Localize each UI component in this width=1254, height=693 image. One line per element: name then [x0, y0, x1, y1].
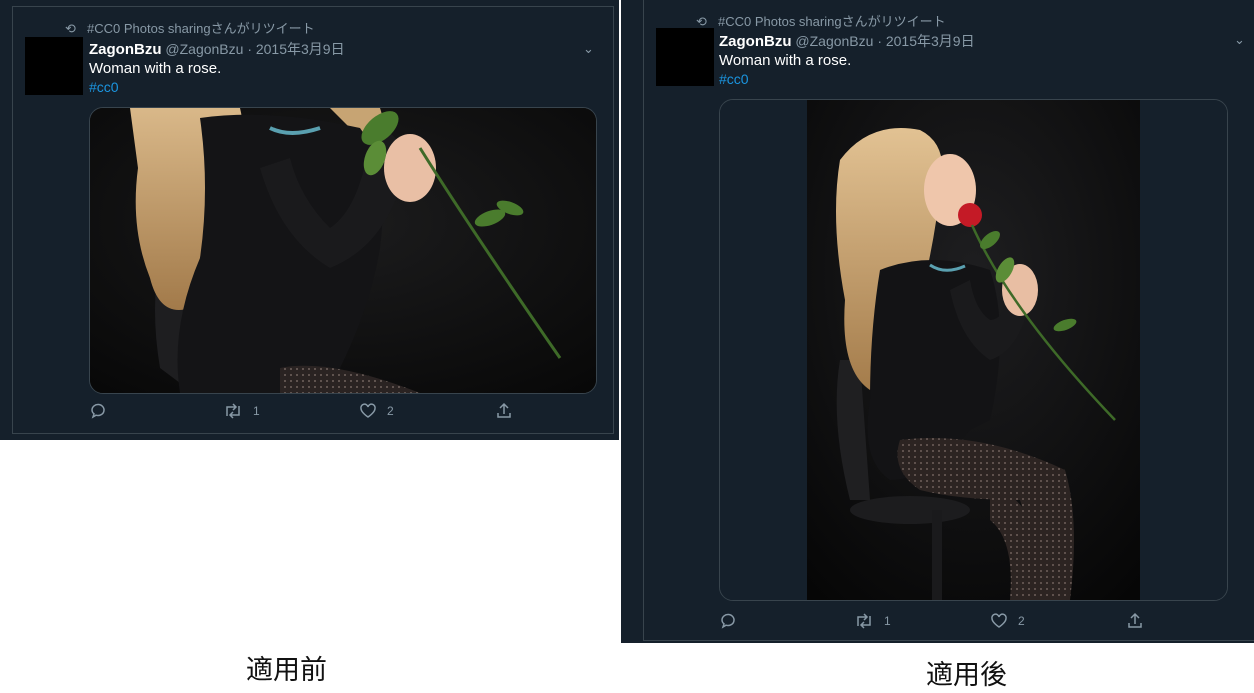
chevron-down-icon[interactable]: ⌄ [1234, 32, 1245, 48]
handle-and-date[interactable]: @ZagonBzu · 2015年3月9日 [165, 41, 344, 57]
retweet-icon [223, 402, 243, 420]
woman-with-rose-photo [90, 108, 596, 393]
reply-button[interactable] [89, 402, 107, 420]
tweet-text: Woman with a rose. [719, 52, 852, 69]
tweet-author-row: ZagonBzu @ZagonBzu · 2015年3月9日 [89, 39, 345, 59]
tweet-image-full[interactable] [719, 99, 1228, 601]
retweet-header-text: #CC0 Photos sharingさんがリツイート [718, 14, 946, 29]
retweet-button[interactable]: 1 [854, 612, 891, 630]
heart-icon [990, 612, 1008, 630]
display-name[interactable]: ZagonBzu [89, 41, 162, 58]
before-screenshot: ⟲ #CC0 Photos sharingさんがリツイート ZagonBzu @Z… [0, 0, 619, 440]
retweet-count: 1 [253, 404, 260, 418]
retweet-button[interactable]: 1 [223, 402, 260, 420]
caption-before: 適用前 [246, 655, 327, 686]
retweet-header-text: #CC0 Photos sharingさんがリツイート [87, 21, 315, 36]
retweet-icon: ⟲ [65, 21, 76, 36]
like-count: 2 [1018, 614, 1025, 628]
after-screenshot: ⟲ #CC0 Photos sharingさんがリツイート ZagonBzu @Z… [621, 0, 1254, 643]
tweet-text: Woman with a rose. [89, 60, 222, 77]
retweet-count: 1 [884, 614, 891, 628]
share-button[interactable] [495, 402, 513, 420]
heart-icon [359, 402, 377, 420]
share-icon [495, 402, 513, 420]
hashtag-link[interactable]: #cc0 [719, 71, 749, 87]
share-icon [1126, 612, 1144, 630]
tweet-card[interactable]: ⟲ #CC0 Photos sharingさんがリツイート ZagonBzu @Z… [643, 0, 1254, 641]
tweet-author-row: ZagonBzu @ZagonBzu · 2015年3月9日 [719, 31, 975, 51]
chevron-down-icon[interactable]: ⌄ [583, 41, 594, 57]
like-button[interactable]: 2 [990, 612, 1025, 630]
avatar[interactable] [25, 37, 83, 95]
retweet-icon [854, 612, 874, 630]
hashtag-link[interactable]: #cc0 [89, 79, 119, 95]
display-name[interactable]: ZagonBzu [719, 33, 792, 50]
retweet-header: ⟲ #CC0 Photos sharingさんがリツイート [65, 18, 315, 37]
share-button[interactable] [1126, 612, 1144, 630]
reply-icon [89, 402, 107, 420]
avatar[interactable] [656, 28, 714, 86]
reply-button[interactable] [719, 612, 737, 630]
like-button[interactable]: 2 [359, 402, 394, 420]
retweet-header: ⟲ #CC0 Photos sharingさんがリツイート [696, 11, 946, 30]
handle-and-date[interactable]: @ZagonBzu · 2015年3月9日 [795, 33, 974, 49]
woman-with-rose-photo [720, 100, 1227, 600]
like-count: 2 [387, 404, 394, 418]
tweet-card[interactable]: ⟲ #CC0 Photos sharingさんがリツイート ZagonBzu @Z… [12, 6, 614, 434]
caption-after: 適用後 [926, 660, 1007, 691]
reply-icon [719, 612, 737, 630]
tweet-image-cropped[interactable] [89, 107, 597, 394]
